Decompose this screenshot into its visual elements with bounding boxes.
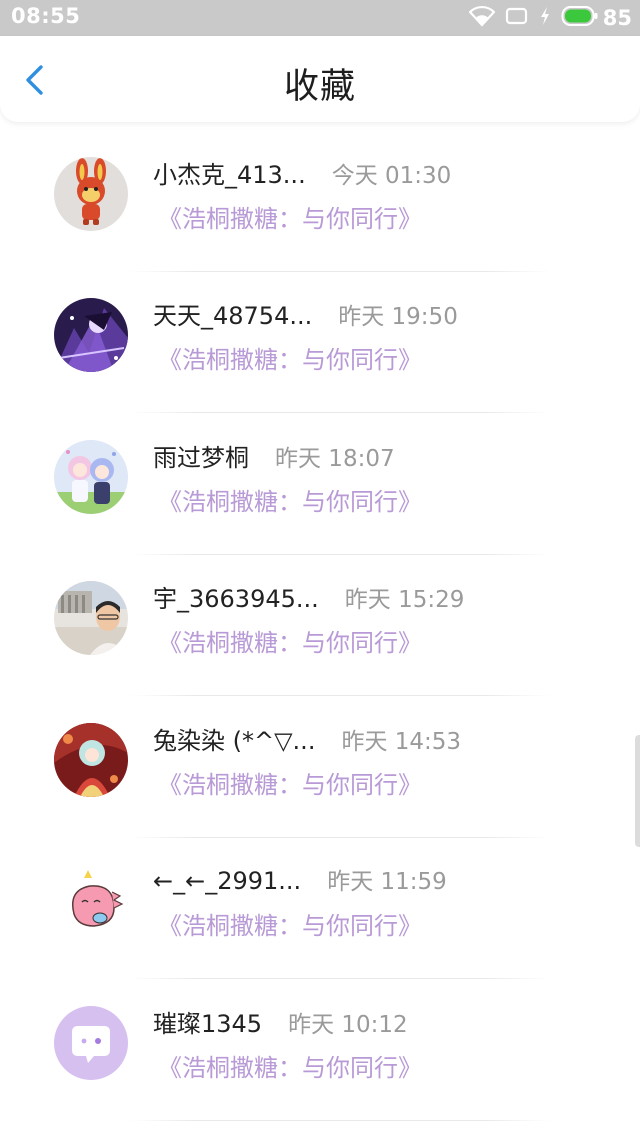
battery-level: 85 [602,6,632,30]
song-title-link[interactable]: 《浩桐撒糖：与你同行》 [158,1048,422,1083]
item-header: 兔染染 (*^▽... 昨天 14:53 [153,721,461,756]
timestamp: 昨天 19:50 [338,304,458,330]
list-item[interactable]: 雨过梦桐 昨天 18:07 《浩桐撒糖：与你同行》 [0,420,640,561]
status-icons: 85 [468,5,632,31]
user-name[interactable]: 璀璨1345 [153,1004,262,1039]
battery: 85 [561,5,632,31]
red-anime-avatar[interactable] [54,723,128,797]
list-item[interactable]: ←_←_2991... 昨天 11:59 《浩桐撒糖：与你同行》 [0,844,640,985]
favorites-list: 小杰克_413... 今天 01:30 《浩桐撒糖：与你同行》 天天_48754… [0,120,640,1138]
purple-anime-avatar[interactable] [54,298,128,372]
header: 收藏 [0,36,640,122]
item-header: 雨过梦桐 昨天 18:07 [153,438,395,473]
anime-pair-avatar[interactable] [54,440,128,514]
status-bar: 08:55 85 [0,0,640,36]
divider [130,412,550,413]
wifi-icon [468,5,496,31]
battery-icon [561,5,599,31]
list-item[interactable]: 小杰克_413... 今天 01:30 《浩桐撒糖：与你同行》 [0,137,640,278]
timestamp: 昨天 15:29 [344,587,465,613]
item-header: ←_←_2991... 昨天 11:59 [153,862,447,896]
divider [130,271,550,272]
user-name[interactable]: 小杰克_413... [153,155,306,190]
user-name[interactable]: ←_←_2991... [153,867,301,895]
list-item[interactable]: 宇_3663945... 昨天 15:29 《浩桐撒糖：与你同行》 [0,561,640,702]
divider [130,554,550,555]
divider [130,1120,550,1121]
item-header: 宇_3663945... 昨天 15:29 [153,579,464,614]
user-name[interactable]: 宇_3663945... [153,579,319,614]
song-title-link[interactable]: 《浩桐撒糖：与你同行》 [158,199,422,234]
screen-icon [505,6,529,30]
song-title-link[interactable]: 《浩桐撒糖：与你同行》 [158,765,422,800]
user-name[interactable]: 天天_48754... [153,296,312,331]
scroll-indicator[interactable] [635,735,640,847]
item-header: 天天_48754... 昨天 19:50 [153,296,458,331]
divider [130,978,550,979]
song-title-link[interactable]: 《浩桐撒糖：与你同行》 [158,482,422,517]
divider [130,837,550,838]
timestamp: 昨天 14:53 [341,729,462,755]
timestamp: 今天 01:30 [331,163,452,189]
item-header: 小杰克_413... 今天 01:30 [153,155,451,190]
chat-bubble-avatar[interactable] [54,1006,128,1080]
song-title-link[interactable]: 《浩桐撒糖：与你同行》 [158,340,422,375]
user-name[interactable]: 雨过梦桐 [153,438,249,473]
list-item[interactable]: 天天_48754... 昨天 19:50 《浩桐撒糖：与你同行》 [0,278,640,419]
timestamp: 昨天 10:12 [288,1012,408,1038]
rabbit-avatar[interactable] [54,157,128,231]
man-photo-avatar[interactable] [54,581,128,655]
page-title: 收藏 [283,67,356,107]
divider [130,695,550,696]
charging-icon [539,6,551,30]
user-name[interactable]: 兔染染 (*^▽... [153,721,315,756]
list-item[interactable]: 璀璨1345 昨天 10:12 《浩桐撒糖：与你同行》 [0,986,640,1127]
song-title-link[interactable]: 《浩桐撒糖：与你同行》 [158,906,422,941]
pink-dino-avatar[interactable] [54,864,128,938]
timestamp: 昨天 18:07 [275,446,395,472]
status-time: 08:55 [11,4,81,28]
list-item[interactable]: 兔染染 (*^▽... 昨天 14:53 《浩桐撒糖：与你同行》 [0,703,640,844]
song-title-link[interactable]: 《浩桐撒糖：与你同行》 [158,623,422,658]
item-header: 璀璨1345 昨天 10:12 [153,1004,408,1039]
timestamp: 昨天 11:59 [327,869,447,895]
